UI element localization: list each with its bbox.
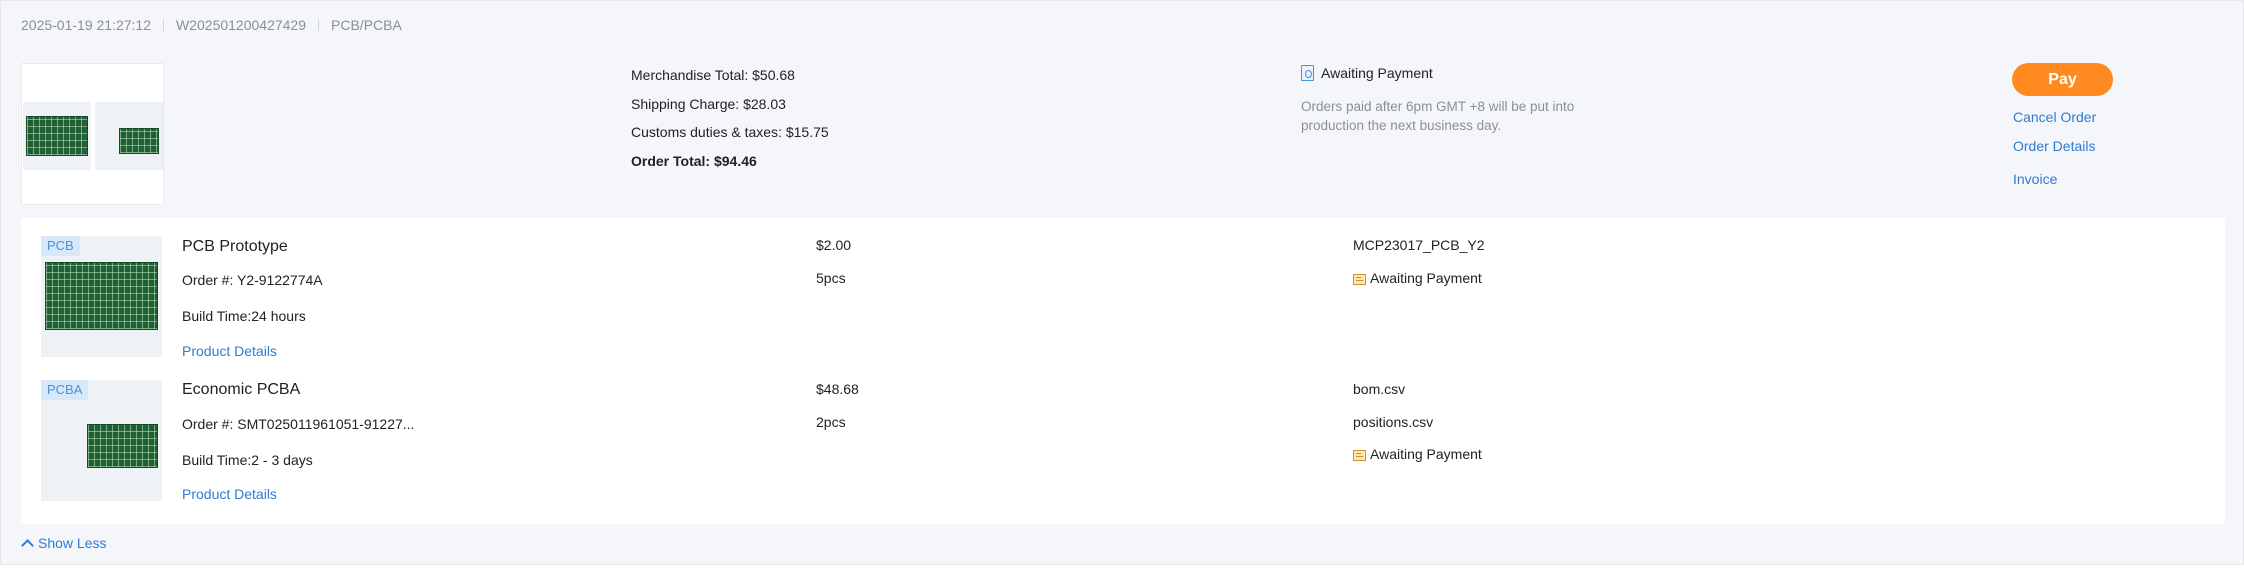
item-price: $48.68 (816, 381, 859, 397)
cancel-order-link[interactable]: Cancel Order (2013, 109, 2096, 125)
order-actions: Pay Cancel Order Order Details Invoice (2012, 63, 2132, 187)
item-build-time: Build Time:2 - 3 days (182, 452, 313, 468)
pcb-board-image (45, 262, 158, 330)
order-category: PCB/PCBA (331, 17, 402, 33)
product-details-link[interactable]: Product Details (182, 486, 277, 502)
item-quantity: 5pcs (816, 270, 846, 286)
item-thumbnail: PCB (41, 236, 162, 357)
item-quantity: 2pcs (816, 414, 846, 430)
item-status: Awaiting Payment (1353, 446, 1482, 462)
item-build-time: Build Time:24 hours (182, 308, 306, 324)
item-status-text: Awaiting Payment (1370, 446, 1482, 462)
payment-status: Awaiting Payment Orders paid after 6pm G… (1301, 63, 1601, 135)
item-thumbnail: PCBA (41, 380, 162, 501)
order-total: Order Total: $94.46 (631, 152, 757, 169)
item-status: Awaiting Payment (1353, 270, 1482, 286)
divider (318, 19, 320, 31)
product-details-link[interactable]: Product Details (182, 343, 277, 359)
item-file-positions: positions.csv (1353, 414, 1434, 430)
order-details-link[interactable]: Order Details (2013, 138, 2095, 154)
order-items: PCB PCB Prototype Order #: Y2-9122774A B… (21, 218, 2225, 524)
item-file: MCP23017_PCB_Y2 (1353, 237, 1485, 253)
item-order-number: Order #: Y2-9122774A (182, 272, 323, 288)
customs-duties: Customs duties & taxes: $15.75 (631, 124, 829, 140)
pay-button[interactable]: Pay (2012, 63, 2113, 96)
item-name: PCB Prototype (182, 238, 288, 255)
divider (163, 19, 164, 31)
order-number: W202501200427429 (176, 17, 307, 33)
payment-pending-icon (1353, 273, 1366, 285)
pending-icon (1301, 65, 1314, 81)
pcb-board-image (26, 116, 88, 156)
item-tag: PCBA (41, 380, 89, 400)
show-less-toggle[interactable]: Show Less (21, 535, 107, 552)
status-text: Awaiting Payment (1321, 65, 1433, 81)
chevron-up-icon (21, 538, 34, 552)
item-name: Economic PCBA (182, 381, 301, 398)
merchandise-total: Merchandise Total: $50.68 (631, 67, 795, 83)
order-datetime: 2025-01-19 21:27:12 (21, 17, 151, 33)
order-meta: 2025-01-19 21:27:12 W202501200427429 PCB… (21, 15, 402, 35)
order-totals: Merchandise Total: $50.68 Shipping Charg… (631, 61, 829, 175)
item-file-bom: bom.csv (1353, 381, 1406, 397)
thumb-pcba (95, 102, 163, 170)
payment-pending-icon (1353, 449, 1366, 461)
thumb-pcb (23, 102, 91, 170)
invoice-link[interactable]: Invoice (2013, 171, 2057, 187)
pcba-board-image (87, 424, 158, 468)
item-tag: PCB (41, 236, 80, 256)
item-order-number: Order #: SMT025011961051-91227... (182, 416, 415, 432)
item-price: $2.00 (816, 237, 852, 253)
production-note: Orders paid after 6pm GMT +8 will be put… (1301, 99, 1575, 133)
item-status-text: Awaiting Payment (1370, 270, 1482, 286)
shipping-charge: Shipping Charge: $28.03 (631, 95, 786, 112)
order-card: 2025-01-19 21:27:12 W202501200427429 PCB… (0, 0, 2244, 565)
pcba-board-image (119, 128, 159, 154)
show-less-label: Show Less (38, 535, 107, 551)
order-thumbnail (21, 63, 164, 205)
